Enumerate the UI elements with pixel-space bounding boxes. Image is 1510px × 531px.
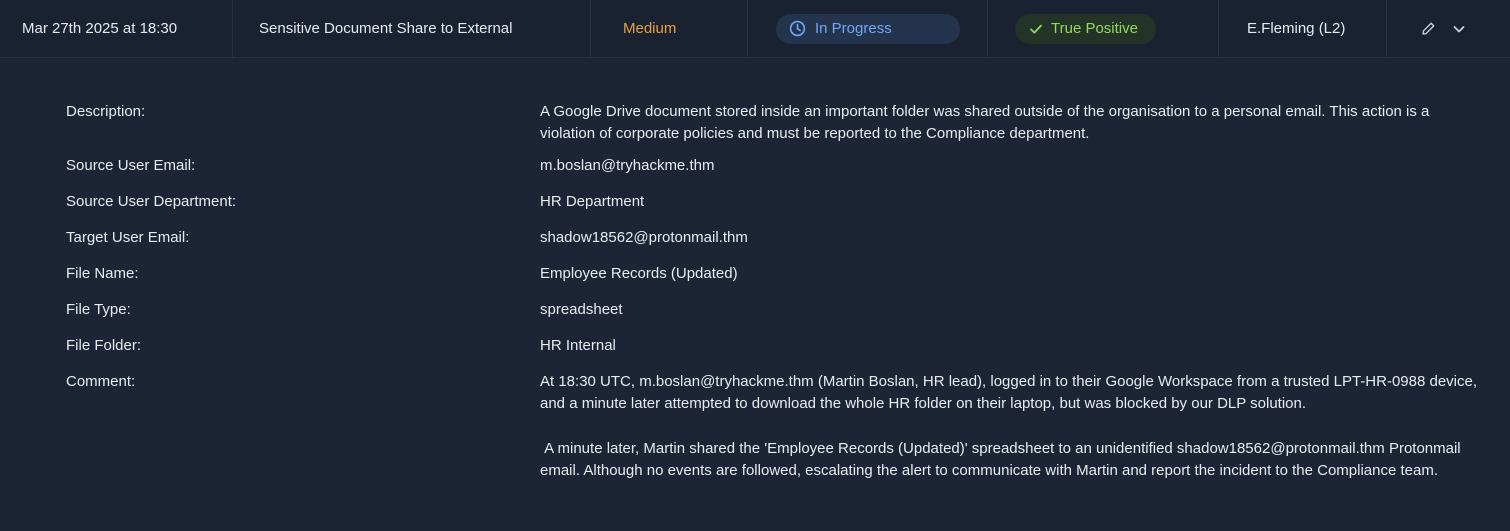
alert-datetime: Mar 27th 2025 at 18:30 xyxy=(0,0,233,57)
status-badge[interactable]: In Progress xyxy=(776,13,960,44)
file-type-value: spreadsheet xyxy=(540,301,623,318)
source-email-label: Source User Email: xyxy=(66,157,196,174)
file-type-label: File Type: xyxy=(66,301,131,318)
source-email-value: m.boslan@tryhackme.thm xyxy=(540,157,715,174)
detail-row-source-department: Source User Department: HR Department xyxy=(66,191,1510,213)
assignee: E.Fleming (L2) xyxy=(1219,0,1387,57)
comment-value: At 18:30 UTC, m.boslan@tryhackme.thm (Ma… xyxy=(540,371,1480,482)
source-department-value: HR Department xyxy=(540,193,645,210)
file-name-value: Employee Records (Updated) xyxy=(540,265,738,282)
comment-label: Comment: xyxy=(66,373,136,390)
detail-row-file-type: File Type: spreadsheet xyxy=(66,299,1510,321)
status-cell: In Progress xyxy=(748,0,988,57)
verdict-cell: True Positive xyxy=(988,0,1219,57)
verdict-text: True Positive xyxy=(1051,20,1138,37)
detail-row-target-email: Target User Email: shadow18562@protonmai… xyxy=(66,227,1510,249)
source-department-label: Source User Department: xyxy=(66,193,237,210)
clock-icon xyxy=(789,20,806,37)
file-name-label: File Name: xyxy=(66,265,139,282)
status-text: In Progress xyxy=(815,20,892,37)
target-email-label: Target User Email: xyxy=(66,229,190,246)
verdict-badge[interactable]: True Positive xyxy=(1015,13,1156,44)
description-label: Description: xyxy=(66,103,146,120)
file-folder-value: HR Internal xyxy=(540,337,616,354)
chevron-down-icon[interactable] xyxy=(1452,22,1466,36)
description-value: A Google Drive document stored inside an… xyxy=(540,103,1430,142)
alert-title: Sensitive Document Share to External xyxy=(233,0,591,57)
alert-row[interactable]: Mar 27th 2025 at 18:30 Sensitive Documen… xyxy=(0,0,1510,58)
detail-row-file-name: File Name: Employee Records (Updated) xyxy=(66,263,1510,285)
alert-details: Description: A Google Drive document sto… xyxy=(0,58,1510,482)
detail-row-file-folder: File Folder: HR Internal xyxy=(66,335,1510,357)
row-actions xyxy=(1387,0,1510,57)
target-email-value: shadow18562@protonmail.thm xyxy=(540,229,748,246)
comment-paragraph-2: A minute later, Martin shared the 'Emplo… xyxy=(540,440,1465,479)
detail-row-comment: Comment: At 18:30 UTC, m.boslan@tryhackm… xyxy=(66,371,1510,482)
detail-row-description: Description: A Google Drive document sto… xyxy=(66,101,1510,145)
detail-row-source-email: Source User Email: m.boslan@tryhackme.th… xyxy=(66,155,1510,177)
pencil-icon[interactable] xyxy=(1421,21,1436,36)
check-icon xyxy=(1029,22,1043,36)
comment-paragraph-1: At 18:30 UTC, m.boslan@tryhackme.thm (Ma… xyxy=(540,373,1482,412)
severity-label: Medium xyxy=(591,0,748,57)
file-folder-label: File Folder: xyxy=(66,337,142,354)
